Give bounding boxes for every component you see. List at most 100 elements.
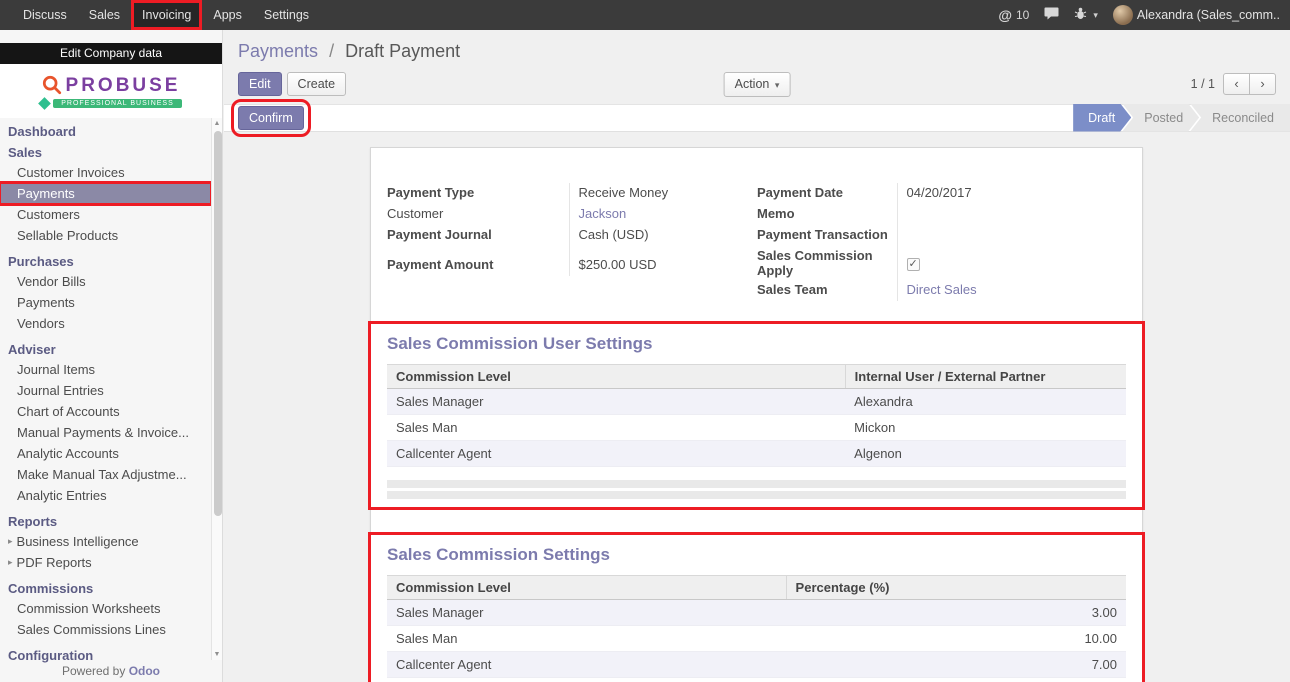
sidebar-section-sales[interactable]: Sales	[0, 141, 211, 162]
sidebar-item-chart-of-accounts[interactable]: Chart of Accounts	[0, 401, 211, 422]
sidebar-item-commission-worksheets[interactable]: Commission Worksheets	[0, 598, 211, 619]
sheet-area: Payment Type Receive Money Customer Jack…	[224, 132, 1290, 682]
messages-button[interactable]	[1044, 7, 1059, 23]
sidebar-section-dashboard[interactable]: Dashboard	[0, 120, 211, 141]
table-row[interactable]: Callcenter Agent 7.00	[387, 652, 1126, 678]
odoo-brand-link[interactable]: Odoo	[129, 664, 160, 678]
field-payment-date: Payment Date 04/20/2017	[757, 183, 1126, 204]
expand-arrow-icon: ▸	[8, 555, 13, 570]
pager-next-button[interactable]: ›	[1249, 73, 1276, 95]
create-button[interactable]: Create	[287, 72, 347, 96]
payment-form-sheet: Payment Type Receive Money Customer Jack…	[370, 147, 1143, 682]
column-commission-level[interactable]: Commission Level	[387, 365, 845, 389]
debug-bug-icon	[1074, 7, 1087, 23]
payment-journal-value: Cash (USD)	[569, 225, 757, 246]
menu-apps[interactable]: Apps	[202, 0, 253, 30]
sidebar-item-journal-items[interactable]: Journal Items	[0, 359, 211, 380]
edit-company-data-button[interactable]: Edit Company data	[0, 43, 222, 64]
customer-link[interactable]: Jackson	[579, 206, 627, 221]
logo-subtitle: PROFESSIONAL BUSINESS	[53, 99, 182, 108]
caret-down-icon: ▾	[775, 80, 780, 90]
menu-discuss[interactable]: Discuss	[12, 0, 78, 30]
sales-team-label: Sales Team	[757, 280, 897, 301]
table-row[interactable]: Sales Man 10.00	[387, 626, 1126, 652]
logo-subtitle-row: PROFESSIONAL BUSINESS	[40, 99, 182, 108]
sidebar-scrollbar[interactable]: ▲ ▼	[211, 118, 222, 660]
sidebar-section-purchases[interactable]: Purchases	[0, 250, 211, 271]
commission-settings-annotation-box: Sales Commission Settings Commission Lev…	[368, 532, 1145, 682]
logo-row: PROBUSE	[42, 75, 181, 98]
scrollbar-thumb[interactable]	[214, 131, 222, 516]
sidebar-item-label: Business Intelligence	[17, 534, 139, 549]
sidebar-item-purchase-payments[interactable]: Payments	[0, 292, 211, 313]
status-step-draft[interactable]: Draft	[1073, 104, 1131, 132]
sidebar-item-analytic-accounts[interactable]: Analytic Accounts	[0, 443, 211, 464]
user-menu[interactable]: Alexandra (Sales_comm..	[1113, 5, 1280, 25]
pager-value: 1 / 1	[1191, 77, 1215, 91]
pager-previous-button[interactable]: ‹	[1223, 73, 1250, 95]
breadcrumb-separator: /	[329, 41, 334, 61]
powered-by-text: Powered by	[62, 664, 125, 678]
sidebar-section-adviser[interactable]: Adviser	[0, 338, 211, 359]
user-name: Alexandra (Sales_comm..	[1137, 8, 1280, 22]
scroll-up-icon[interactable]: ▲	[212, 118, 222, 129]
menu-invoicing[interactable]: Invoicing	[131, 0, 202, 30]
powered-by: Powered by Odoo	[0, 664, 222, 678]
sidebar-item-sales-commissions-lines[interactable]: Sales Commissions Lines	[0, 619, 211, 640]
customer-label: Customer	[387, 204, 569, 225]
form-right-column: Payment Date 04/20/2017 Memo Payment Tra…	[757, 183, 1126, 301]
table-row[interactable]: Callcenter Agent Algenon	[387, 441, 1126, 467]
caret-down-icon: ▾	[1093, 10, 1098, 21]
diamond-logo-icon	[38, 97, 51, 110]
table-row[interactable]: Sales Manager Alexandra	[387, 389, 1126, 415]
column-percentage[interactable]: Percentage (%)	[786, 576, 1126, 600]
debug-menu-button[interactable]: ▾	[1074, 7, 1098, 23]
sidebar-item-vendors[interactable]: Vendors	[0, 313, 211, 334]
sidebar-item-business-intelligence[interactable]: ▸ Business Intelligence	[0, 531, 211, 552]
table-row[interactable]: Sales Manager 3.00	[387, 600, 1126, 626]
sidebar-item-customers[interactable]: Customers	[0, 204, 211, 225]
payment-form: Payment Type Receive Money Customer Jack…	[387, 183, 1126, 301]
sidebar-section-commissions[interactable]: Commissions	[0, 577, 211, 598]
memo-label: Memo	[757, 204, 897, 225]
scroll-down-icon[interactable]: ▼	[212, 649, 222, 660]
empty-row-strip	[387, 480, 1126, 488]
mentions-indicator[interactable]: @ 10	[998, 7, 1029, 23]
field-customer: Customer Jackson	[387, 204, 757, 225]
edit-button[interactable]: Edit	[238, 72, 282, 96]
field-sales-team: Sales Team Direct Sales	[757, 280, 1126, 301]
menu-sales[interactable]: Sales	[78, 0, 131, 30]
table-row[interactable]: Sales Man Mickon	[387, 415, 1126, 441]
field-payment-type: Payment Type Receive Money	[387, 183, 757, 204]
cell-level: Sales Man	[387, 415, 845, 441]
sidebar-item-customer-invoices[interactable]: Customer Invoices	[0, 162, 211, 183]
menu-settings[interactable]: Settings	[253, 0, 320, 30]
sales-commission-apply-checkbox[interactable]	[907, 258, 920, 271]
chevron-right-icon: ›	[1260, 76, 1264, 91]
sidebar-item-manual-payments-invoice[interactable]: Manual Payments & Invoice...	[0, 422, 211, 443]
sidebar-item-analytic-entries[interactable]: Analytic Entries	[0, 485, 211, 506]
column-internal-user[interactable]: Internal User / External Partner	[845, 365, 1126, 389]
confirm-button[interactable]: Confirm	[238, 106, 304, 130]
sidebar-item-sellable-products[interactable]: Sellable Products	[0, 225, 211, 246]
sidebar-item-pdf-reports[interactable]: ▸ PDF Reports	[0, 552, 211, 573]
sidebar-section-reports[interactable]: Reports	[0, 510, 211, 531]
expand-arrow-icon: ▸	[8, 534, 13, 549]
sidebar-item-vendor-bills[interactable]: Vendor Bills	[0, 271, 211, 292]
sales-commission-apply-label: Sales Commission Apply	[757, 246, 897, 280]
memo-value	[897, 204, 1126, 225]
status-step-reconciled[interactable]: Reconciled	[1190, 104, 1290, 132]
sidebar-item-make-manual-tax-adjustment[interactable]: Make Manual Tax Adjustme...	[0, 464, 211, 485]
breadcrumb-payments-link[interactable]: Payments	[238, 41, 318, 61]
company-logo[interactable]: PROBUSE PROFESSIONAL BUSINESS	[0, 64, 222, 118]
status-step-posted[interactable]: Posted	[1122, 104, 1199, 132]
sales-team-link[interactable]: Direct Sales	[907, 282, 977, 297]
user-settings-table: Commission Level Internal User / Externa…	[387, 364, 1126, 467]
payment-type-value: Receive Money	[569, 183, 757, 204]
sidebar-section-configuration[interactable]: Configuration	[0, 644, 211, 665]
sidebar-item-journal-entries[interactable]: Journal Entries	[0, 380, 211, 401]
sidebar-item-payments[interactable]: Payments	[0, 183, 211, 204]
column-commission-level[interactable]: Commission Level	[387, 576, 786, 600]
action-dropdown-button[interactable]: Action ▾	[724, 72, 791, 97]
table-header-row: Commission Level Internal User / Externa…	[387, 365, 1126, 389]
